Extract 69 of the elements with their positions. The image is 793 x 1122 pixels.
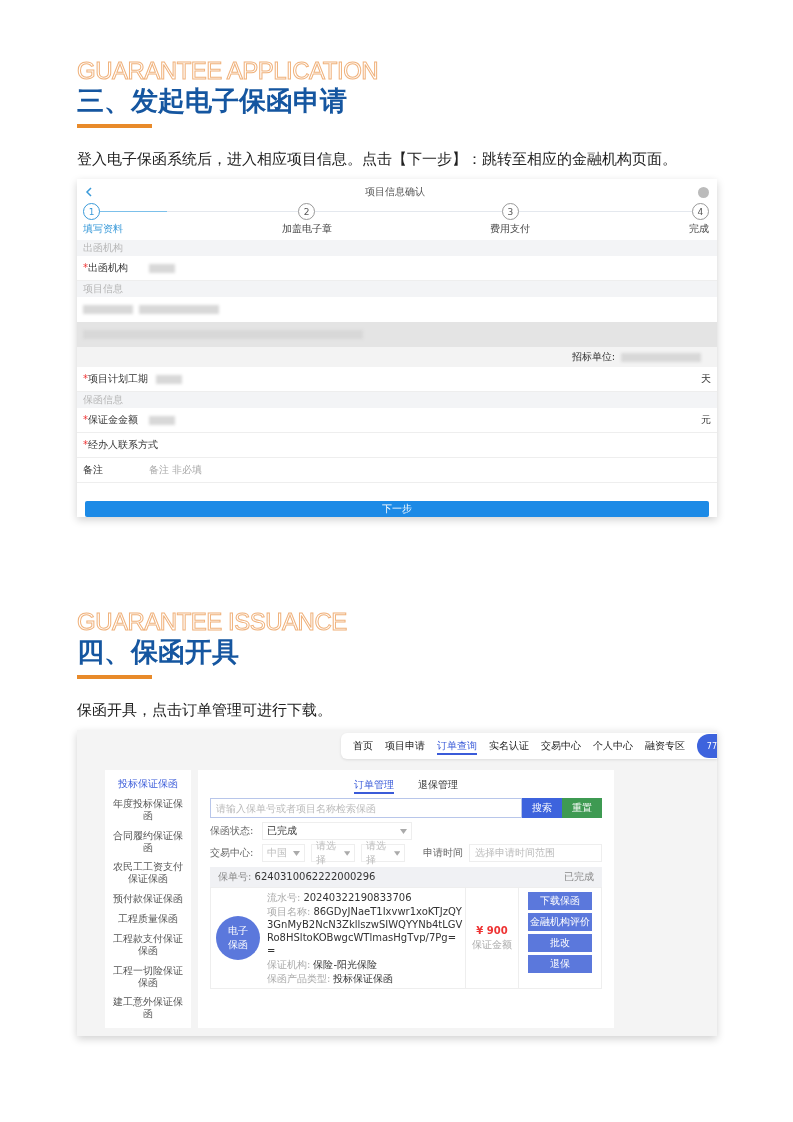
step-number: 3: [501, 203, 519, 220]
order-status: 已完成: [564, 870, 594, 884]
tab[interactable]: 订单管理: [354, 778, 394, 794]
background-title: GUARANTEE ISSUANCE: [77, 609, 347, 635]
step-label: 完成: [688, 222, 709, 236]
step-number: 1: [83, 203, 100, 220]
order-number: 保单号: 6240310062222000296: [218, 870, 376, 884]
price-label: 保证金额: [472, 937, 512, 952]
step-label: 填写资料: [83, 222, 123, 236]
unit-label: 天: [701, 372, 711, 386]
action-button[interactable]: 下载保函: [528, 892, 592, 910]
step-label: 费用支付: [490, 222, 531, 236]
action-button[interactable]: 金融机构评价: [528, 913, 592, 931]
step-label: 加盖电子章: [281, 222, 332, 236]
sidebar-item[interactable]: 农民工工资支付保证保函: [105, 861, 191, 886]
page-title: 项目信息确认: [365, 185, 425, 199]
detail-line: 保证机构: 保险-阳光保险: [267, 958, 378, 971]
filter-label: 申请时间: [422, 846, 463, 860]
background-title: GUARANTEE APPLICATION: [77, 58, 379, 84]
detail-line: 流水号: 20240322190833706: [267, 891, 413, 904]
nav-link[interactable]: 交易中心: [541, 737, 581, 755]
guarantee-badge: 电子 保函: [216, 916, 260, 960]
field-label: *保证金金额: [83, 413, 139, 427]
section-title: 四、保函开具: [77, 635, 239, 669]
blurred-value: [83, 305, 133, 314]
sidebar-item[interactable]: 投标保证保函: [105, 778, 191, 790]
nav-link[interactable]: 项目申请: [385, 737, 425, 755]
intro-text: 保函开具，点击订单管理可进行下载。: [77, 701, 333, 720]
field-label: *经办人联系方式: [83, 438, 158, 452]
field-label: *出函机构: [83, 261, 129, 275]
avatar[interactable]: 77: [697, 734, 717, 758]
intro-text: 登入电子保函系统后，进入相应项目信息。点击【下一步】：跳转至相应的金融机构页面。: [77, 150, 678, 169]
sidebar-item[interactable]: 建工意外保证保函: [105, 996, 191, 1021]
next-button[interactable]: 下一步: [85, 501, 709, 517]
filter-label: 保函状态:: [210, 824, 255, 838]
sidebar-item[interactable]: 预付款保证保函: [105, 893, 191, 905]
info-label: 招标单位:: [571, 350, 615, 364]
tab[interactable]: 退保管理: [418, 778, 458, 794]
filter-label: 交易中心:: [210, 846, 255, 860]
nav-link[interactable]: 订单查询: [437, 737, 477, 755]
nav-link[interactable]: 个人中心: [593, 737, 633, 755]
step-number: 2: [298, 203, 316, 220]
detail-line: 项目名称: 86GDyJNaeT1Ixvwr1xoKTJzQY3GnMyB2NcN3ZkllszwSIWQYYNb4tLGVRo8HSltoKOBwgcWTlmasHgTvp/7Pg==: [267, 905, 463, 957]
section-title: 三、发起电子保函申请: [77, 84, 347, 118]
price: ¥ 900: [476, 924, 508, 936]
nav-link[interactable]: 实名认证: [489, 737, 529, 755]
action-button[interactable]: 批改: [528, 934, 592, 952]
caret-icon: [293, 850, 301, 856]
nav-link[interactable]: 首页: [353, 737, 373, 755]
sidebar-item[interactable]: 工程款支付保证保函: [105, 932, 191, 957]
nav-link[interactable]: 融资专区: [645, 737, 685, 755]
detail-line: 保函产品类型: 投标保证保函: [267, 972, 395, 985]
step-number: 4: [691, 203, 709, 220]
caret-icon: [343, 850, 351, 856]
unit-label: 元: [701, 413, 711, 427]
caret-icon: [393, 850, 400, 856]
sidebar-item[interactable]: 工程一切险保证保函: [105, 964, 191, 989]
sidebar-item[interactable]: 工程质量保函: [105, 913, 191, 925]
field-label: 备注: [83, 463, 104, 477]
field-label: *项目计划工期: [83, 372, 148, 386]
reset-button[interactable]: 重置: [562, 798, 602, 818]
caret-icon: [400, 828, 407, 834]
sidebar-item[interactable]: 年度投标保证保函: [105, 797, 191, 822]
progress-line: [97, 211, 168, 212]
search-button[interactable]: 搜索: [522, 798, 562, 818]
back-icon[interactable]: [85, 187, 92, 197]
status-select[interactable]: 已完成: [262, 822, 412, 840]
action-button[interactable]: 退保: [528, 955, 592, 973]
sidebar-item[interactable]: 合同履约保证保函: [105, 829, 191, 854]
